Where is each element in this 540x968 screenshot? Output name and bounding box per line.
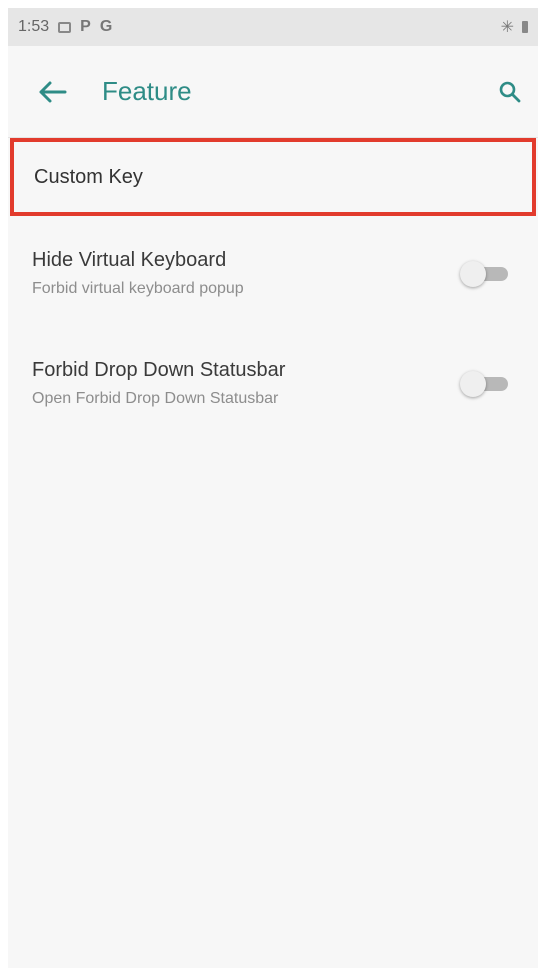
- pref-summary: Forbid virtual keyboard popup: [32, 279, 244, 297]
- search-icon: [499, 81, 521, 102]
- hide-keyboard-switch[interactable]: [460, 259, 510, 287]
- p-icon: P: [80, 18, 91, 35]
- image-icon: [58, 21, 72, 33]
- arrow-left-icon: [39, 81, 67, 102]
- hide-virtual-keyboard-item[interactable]: Hide Virtual Keyboard Forbid virtual key…: [8, 218, 538, 328]
- forbid-statusbar-switch[interactable]: [460, 369, 510, 397]
- google-icon: G: [99, 18, 113, 35]
- battery-icon: [522, 21, 528, 33]
- preference-list: Custom Key Hide Virtual Keyboard Forbid …: [8, 138, 538, 438]
- pref-title: Forbid Drop Down Statusbar: [32, 358, 286, 381]
- forbid-statusbar-item[interactable]: Forbid Drop Down Statusbar Open Forbid D…: [8, 328, 538, 438]
- pref-summary: Open Forbid Drop Down Statusbar: [32, 389, 279, 407]
- status-time: 1:53: [18, 18, 50, 35]
- pref-text: Forbid Drop Down Statusbar Open Forbid D…: [32, 359, 460, 408]
- page-title: Feature: [102, 76, 192, 106]
- app-bar: Feature: [8, 46, 538, 138]
- switch-thumb: [460, 371, 486, 397]
- pref-text: Hide Virtual Keyboard Forbid virtual key…: [32, 249, 460, 298]
- status-bar: 1:53 P G ✳: [8, 8, 538, 46]
- custom-key-item[interactable]: Custom Key: [10, 138, 536, 216]
- back-button[interactable]: [8, 46, 80, 138]
- screen: 1:53 P G ✳ Feature Custom Key Hide Virtu…: [8, 8, 538, 968]
- bluetooth-icon: ✳: [500, 19, 514, 36]
- search-button[interactable]: [482, 46, 538, 138]
- switch-thumb: [460, 261, 486, 287]
- pref-title: Hide Virtual Keyboard: [32, 248, 227, 271]
- custom-key-label: Custom Key: [34, 165, 143, 188]
